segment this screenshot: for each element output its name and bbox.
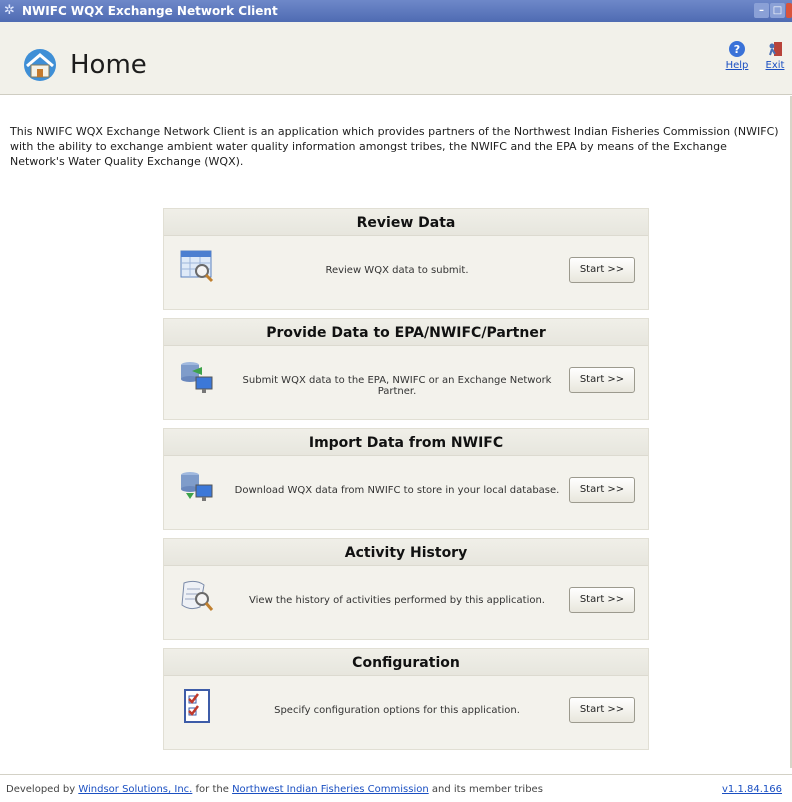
provide-data-card: Provide Data to EPA/NWIFC/Partner Submit… [163, 318, 649, 420]
help-tool[interactable]: ? Help [722, 40, 752, 71]
app-icon: ✲ [4, 3, 15, 18]
activity-history-start-button[interactable]: Start >> [569, 587, 635, 613]
minimize-button[interactable]: – [754, 3, 769, 18]
card-title: Review Data [164, 209, 648, 236]
card-title: Configuration [164, 649, 648, 676]
home-icon [24, 49, 56, 81]
review-data-card: Review Data Review WQX data to submit. S… [163, 208, 649, 310]
status-footer: Developed by Windsor Solutions, Inc. for… [0, 774, 792, 802]
review-data-start-button[interactable]: Start >> [569, 257, 635, 283]
footer-member-tribes: and its member tribes [431, 784, 543, 795]
card-description: Review WQX data to submit. [325, 265, 469, 276]
import-data-start-button[interactable]: Start >> [569, 477, 635, 503]
configuration-start-button[interactable]: Start >> [569, 697, 635, 723]
import-data-card: Import Data from NWIFC Download WQX data… [163, 428, 649, 530]
activity-history-card: Activity History View the history of act… [163, 538, 649, 640]
footer-developed-by: Developed by [6, 784, 76, 795]
maximize-button[interactable]: □ [770, 3, 785, 18]
provide-data-start-button[interactable]: Start >> [569, 367, 635, 393]
intro-text: This NWIFC WQX Exchange Network Client i… [10, 125, 779, 168]
exit-icon [769, 42, 782, 56]
window-title: NWIFC WQX Exchange Network Client [22, 4, 278, 18]
card-title: Import Data from NWIFC [164, 429, 648, 456]
organization-link[interactable]: Northwest Indian Fisheries Commission [232, 784, 429, 795]
title-bar: ✲ NWIFC WQX Exchange Network Client – □ [0, 0, 792, 22]
footer-for-the: for the [195, 784, 229, 795]
close-button[interactable] [786, 3, 792, 18]
page-title: Home [70, 50, 147, 80]
activity-history-icon [181, 580, 214, 611]
configuration-card: Configuration Specify configuration opti… [163, 648, 649, 750]
help-icon: ? [729, 41, 745, 57]
help-link[interactable]: Help [722, 60, 752, 71]
configuration-icon [184, 689, 210, 723]
card-title: Activity History [164, 539, 648, 566]
card-description: Submit WQX data to the EPA, NWIFC or an … [242, 375, 552, 397]
card-description: Specify configuration options for this a… [274, 705, 520, 716]
version-link[interactable]: v1.1.84.166 [722, 784, 782, 795]
developer-link[interactable]: Windsor Solutions, Inc. [78, 784, 192, 795]
exit-tool[interactable]: Exit [760, 40, 790, 71]
review-data-icon [180, 250, 214, 283]
card-description: View the history of activities performed… [249, 595, 545, 606]
svg-text:?: ? [734, 43, 740, 56]
page-header: Home ? Help Exit [0, 22, 792, 95]
exit-link[interactable]: Exit [760, 60, 790, 71]
card-description: Download WQX data from NWIFC to store in… [234, 485, 560, 496]
import-data-icon [181, 472, 213, 501]
footer-credits: Developed by Windsor Solutions, Inc. for… [6, 784, 543, 795]
card-title: Provide Data to EPA/NWIFC/Partner [164, 319, 648, 346]
submit-data-icon [181, 362, 213, 393]
